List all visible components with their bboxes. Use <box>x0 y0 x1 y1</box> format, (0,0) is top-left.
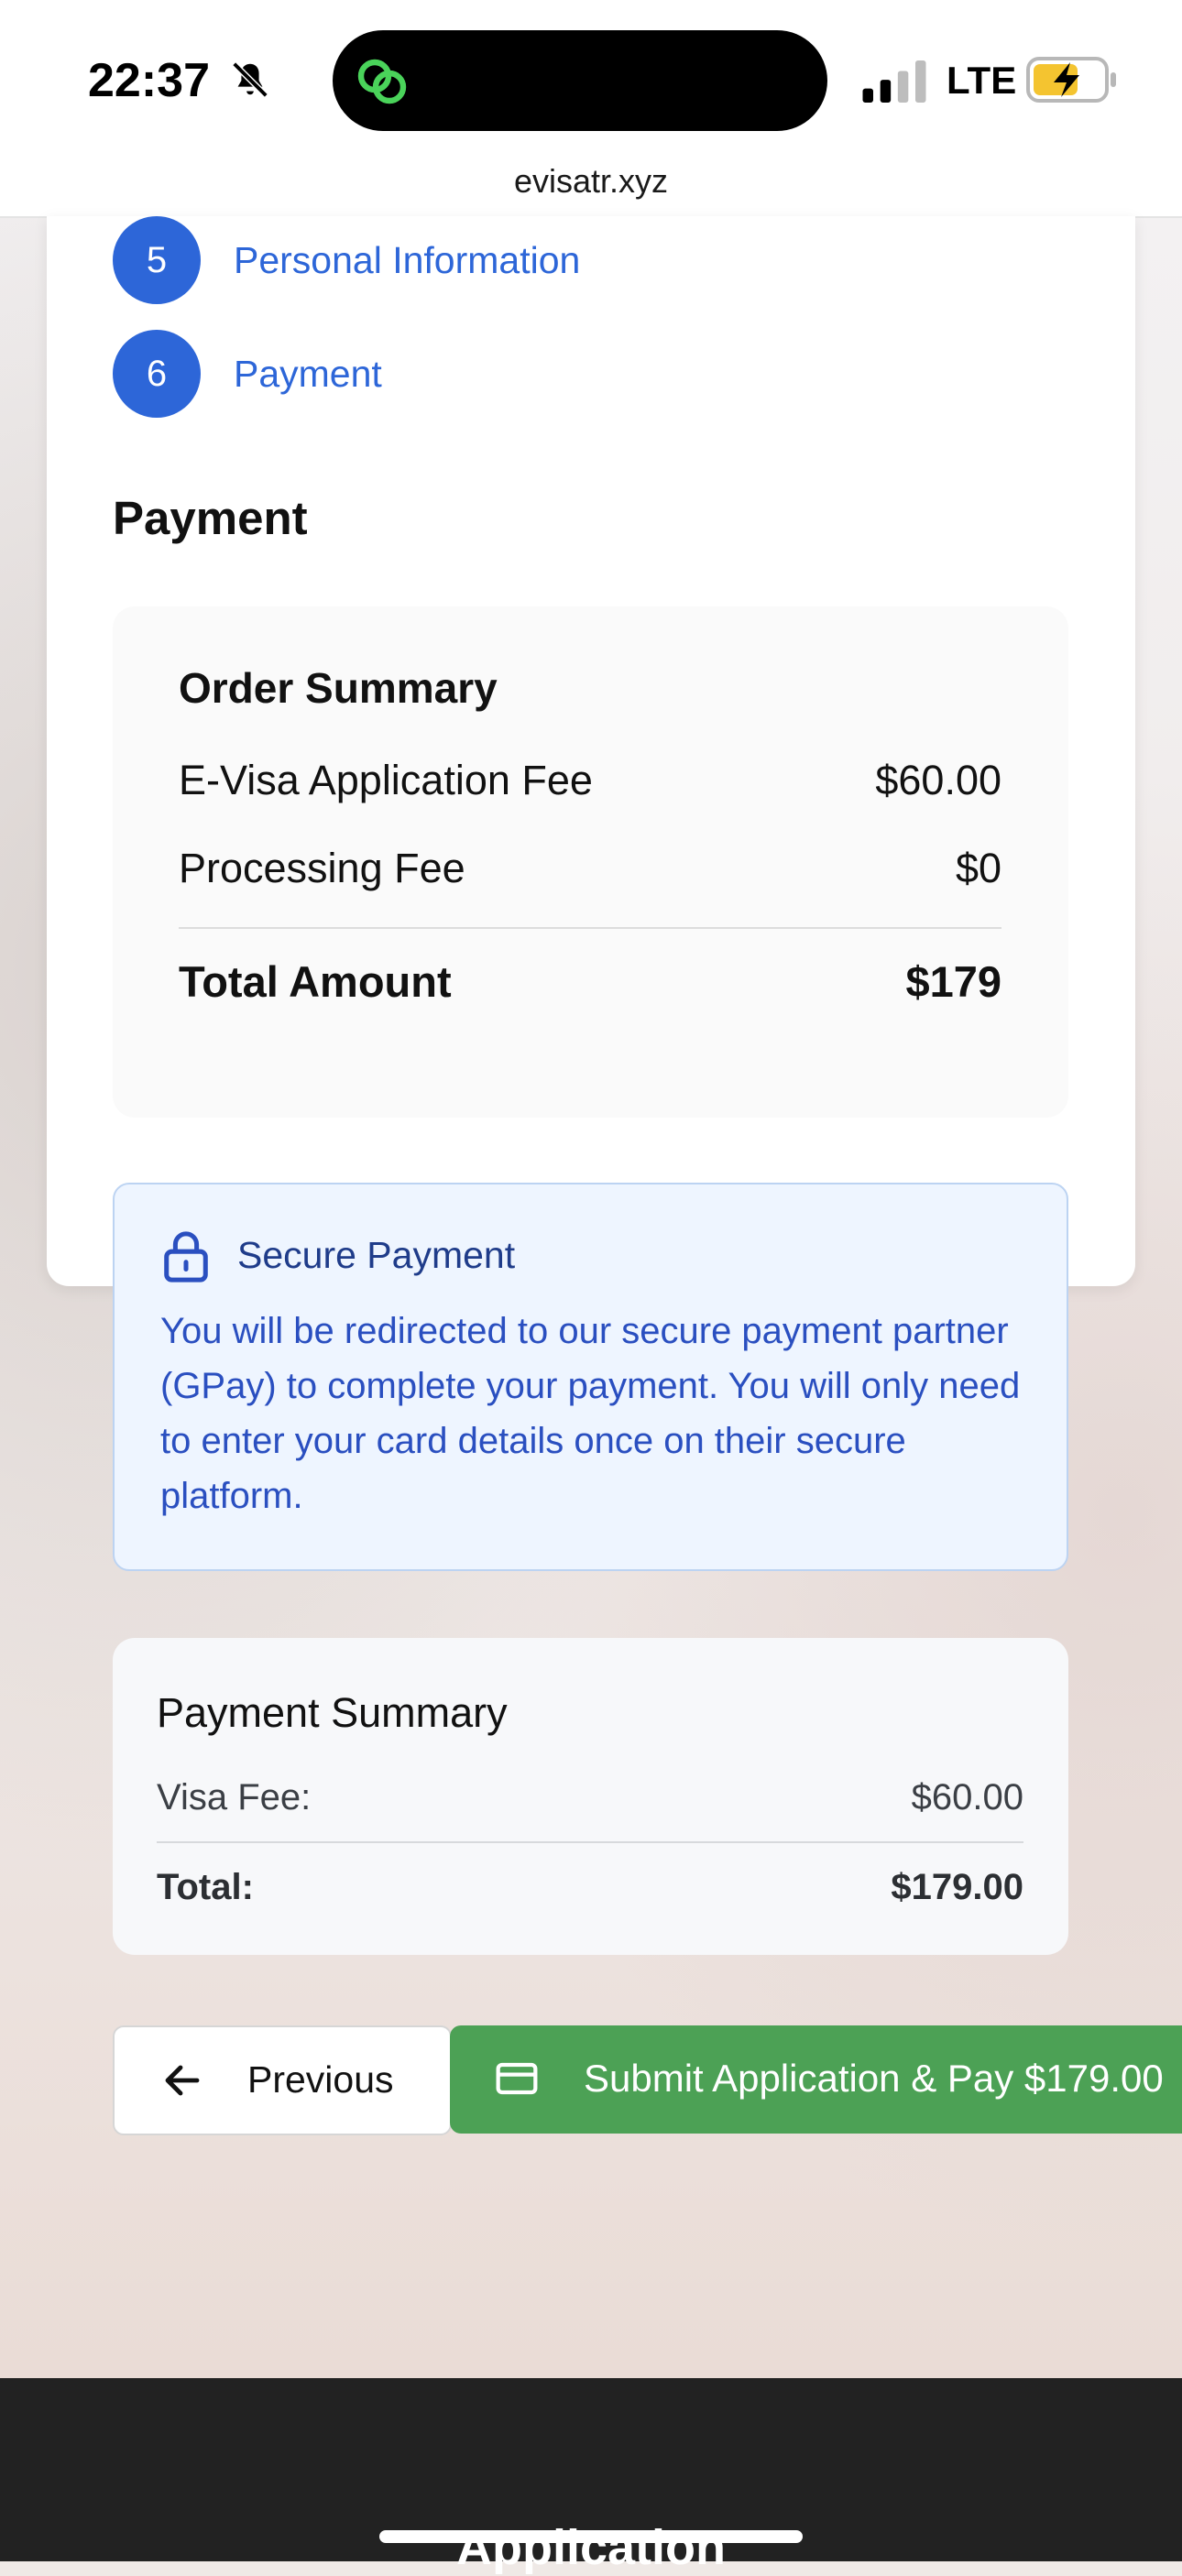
total-value: $179 <box>905 957 1001 1006</box>
application-card: 5 Personal Information 6 Payment Payment… <box>47 216 1135 2135</box>
secure-payment-title: Secure Payment <box>237 1234 516 1276</box>
total-label: Total Amount <box>179 957 452 1006</box>
order-row-processing-fee: Processing Fee $0 <box>179 845 1001 892</box>
secure-payment-notice: Secure Payment You will be redirected to… <box>113 1183 1068 1571</box>
row-value: $60.00 <box>875 757 1001 803</box>
row-label: Processing Fee <box>179 845 465 891</box>
step-number: 6 <box>113 330 201 418</box>
url-text: evisatr.xyz <box>513 162 669 200</box>
step-payment[interactable]: 6 Payment <box>113 330 382 418</box>
total-value: $179.00 <box>891 1867 1023 1907</box>
submit-button-label: Submit Application & Pay $179.00 <box>584 2057 1164 2100</box>
bottom-bar: Application <box>0 2378 1182 2575</box>
submit-and-pay-button[interactable]: Submit Application & Pay $179.00 <box>450 2025 1182 2134</box>
lock-icon <box>164 1231 208 1283</box>
payment-summary-title: Payment Summary <box>157 1689 508 1736</box>
row-label: E-Visa Application Fee <box>179 757 593 803</box>
row-label: Visa Fee: <box>157 1777 312 1817</box>
step-label: Payment <box>234 352 382 395</box>
browser-url-bar[interactable]: evisatr.xyz <box>0 156 1182 218</box>
bottom-bar-text: Application <box>456 2520 726 2575</box>
bell-slash-icon <box>232 61 268 98</box>
step-label: Personal Information <box>234 238 581 281</box>
section-title: Payment <box>113 492 308 544</box>
battery-charging-icon <box>1026 57 1116 103</box>
divider <box>179 927 1001 929</box>
order-row-application-fee: E-Visa Application Fee $60.00 <box>179 757 1001 804</box>
network-type: LTE <box>947 59 1017 102</box>
status-time: 22:37 <box>88 54 210 107</box>
order-row-total: Total Amount $179 <box>179 956 1001 1007</box>
row-value: $60.00 <box>911 1777 1023 1817</box>
secure-payment-text: You will be redirected to our secure pay… <box>160 1311 1021 1516</box>
link-icon <box>357 59 407 104</box>
arrow-left-icon <box>165 2065 200 2096</box>
previous-button[interactable]: Previous <box>113 2025 452 2135</box>
order-summary-title: Order Summary <box>179 664 498 712</box>
divider <box>157 1841 1023 1843</box>
payment-summary: Payment Summary Visa Fee: $60.00 Total: … <box>113 1638 1068 1955</box>
step-number: 5 <box>113 216 201 304</box>
total-label: Total: <box>157 1867 254 1907</box>
payment-row-total: Total: $179.00 <box>157 1867 1023 1908</box>
row-value: $0 <box>955 845 1001 891</box>
home-indicator[interactable] <box>379 2530 803 2543</box>
payment-row-visa-fee: Visa Fee: $60.00 <box>157 1777 1023 1818</box>
order-summary: Order Summary E-Visa Application Fee $60… <box>113 606 1068 1118</box>
dynamic-island <box>333 30 827 131</box>
step-personal-information[interactable]: 5 Personal Information <box>113 216 580 304</box>
previous-button-label: Previous <box>247 2058 394 2101</box>
signal-icon <box>862 60 926 103</box>
credit-card-icon <box>496 2062 538 2095</box>
status-bar: 22:37 LTE <box>0 0 1182 156</box>
